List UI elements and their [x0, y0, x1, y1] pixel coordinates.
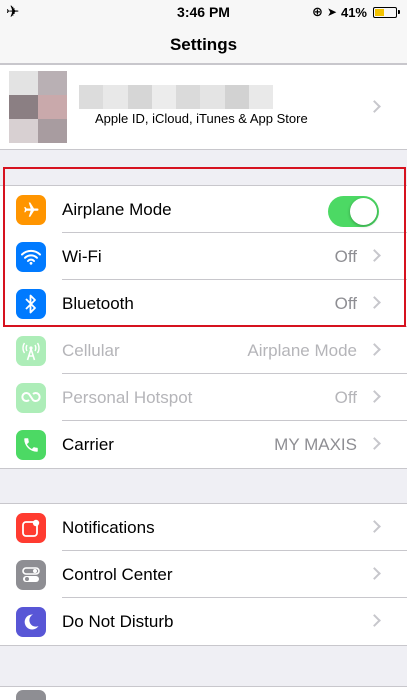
cellular-value: Airplane Mode: [247, 341, 357, 360]
airplane-mode-label: Airplane Mode: [62, 200, 172, 219]
personal-hotspot-value: Off: [334, 388, 357, 407]
do-not-disturb-row[interactable]: Do Not Disturb: [0, 598, 407, 645]
general-row-partial[interactable]: [0, 686, 407, 700]
personal-hotspot-row[interactable]: Personal Hotspot Off: [0, 374, 407, 421]
chevron-right-icon: [368, 343, 381, 356]
chevron-right-icon: [368, 249, 381, 262]
connectivity-group: Airplane Mode Wi-Fi Off Bluetooth Off Ce…: [0, 185, 407, 469]
bluetooth-icon: [16, 289, 46, 319]
redacted-name: [79, 85, 273, 109]
chevron-right-icon: [368, 296, 381, 309]
cellular-row[interactable]: Cellular Airplane Mode: [0, 327, 407, 374]
chevron-right-icon: [368, 437, 381, 450]
cellular-label: Cellular: [62, 341, 120, 360]
do-not-disturb-label: Do Not Disturb: [62, 612, 174, 631]
avatar: [9, 71, 67, 143]
carrier-value: MY MAXIS: [274, 435, 357, 454]
apple-id-row[interactable]: Apple ID, iCloud, iTunes & App Store: [0, 65, 407, 149]
carrier-row[interactable]: Carrier MY MAXIS: [0, 421, 407, 468]
control-center-label: Control Center: [62, 565, 173, 584]
battery-icon: [373, 6, 400, 18]
moon-icon: [16, 607, 46, 637]
chevron-right-icon: [368, 390, 381, 403]
control-center-icon: [16, 560, 46, 590]
status-bar: ✈ 3:46 PM ⊕ ➤ 41%: [0, 0, 407, 26]
battery-percent: 41%: [340, 4, 367, 20]
bluetooth-value: Off: [334, 294, 357, 313]
notifications-icon: [16, 513, 46, 543]
rotation-lock-icon: ⊕: [312, 4, 323, 19]
gear-icon: [16, 690, 46, 700]
notifications-label: Notifications: [62, 518, 155, 537]
system-group: Notifications Control Center Do Not Dist…: [0, 503, 407, 646]
navigation-bar: Settings: [0, 26, 407, 64]
chevron-right-icon: [368, 520, 381, 533]
airplane-icon: [16, 195, 46, 225]
cellular-icon: [16, 336, 46, 366]
notifications-row[interactable]: Notifications: [0, 504, 407, 551]
control-center-row[interactable]: Control Center: [0, 551, 407, 598]
personal-hotspot-label: Personal Hotspot: [62, 388, 193, 407]
chevron-right-icon: [368, 614, 381, 627]
profile-group: Apple ID, iCloud, iTunes & App Store: [0, 64, 407, 150]
chevron-right-icon: [368, 100, 381, 113]
airplane-mode-toggle[interactable]: [328, 196, 379, 227]
location-icon: ➤: [326, 5, 337, 19]
wifi-label: Wi-Fi: [62, 247, 102, 266]
bluetooth-label: Bluetooth: [62, 294, 134, 313]
wifi-value: Off: [334, 247, 357, 266]
wifi-icon: [16, 242, 46, 272]
chevron-right-icon: [368, 567, 381, 580]
airplane-mode-row: Airplane Mode: [0, 186, 407, 233]
hotspot-icon: [16, 383, 46, 413]
phone-icon: [16, 430, 46, 460]
carrier-label: Carrier: [62, 435, 114, 454]
bluetooth-row[interactable]: Bluetooth Off: [0, 280, 407, 327]
apple-id-subtitle: Apple ID, iCloud, iTunes & App Store: [95, 111, 308, 126]
page-title: Settings: [169, 35, 238, 54]
wifi-row[interactable]: Wi-Fi Off: [0, 233, 407, 280]
status-right: ⊕ ➤ 41%: [312, 4, 400, 20]
